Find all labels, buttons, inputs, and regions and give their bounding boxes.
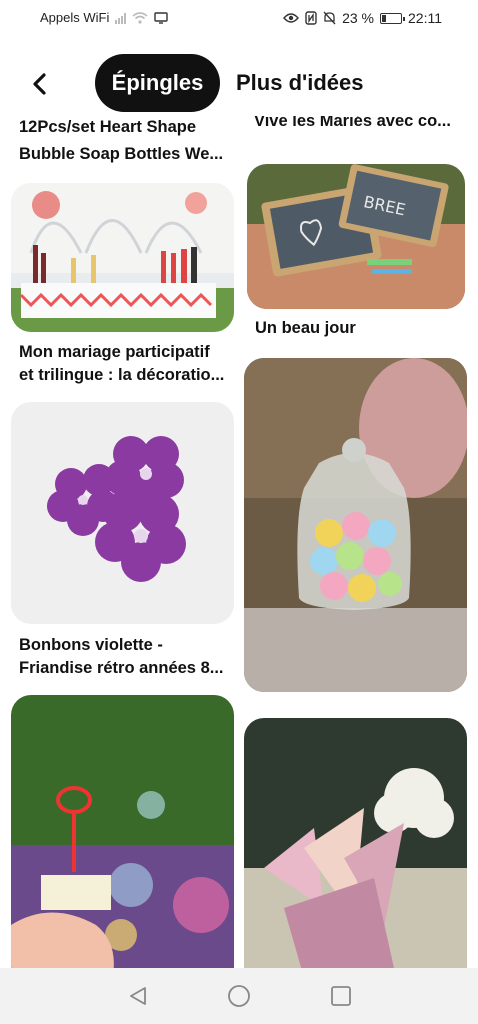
nav-recents-button[interactable] (327, 982, 355, 1010)
status-right: 23 % 22:11 (283, 10, 442, 26)
pin-title-line[interactable]: Vive les Mariés avec co... (254, 116, 464, 132)
screen-cast-icon (154, 11, 169, 24)
bell-off-icon (323, 11, 336, 25)
status-left: Appels WiFi (40, 10, 169, 25)
pin-feed[interactable]: 12Pcs/set Heart Shape Bubble Soap Bottle… (0, 116, 478, 968)
chevron-left-icon (33, 73, 46, 95)
pin-title-line[interactable]: Bubble Soap Bottles We... (19, 143, 234, 165)
signal-icon (115, 12, 127, 24)
square-recents-icon (331, 986, 351, 1006)
pin-image-candy-jar[interactable] (244, 358, 467, 692)
pin-title-line[interactable]: et trilingue : la décoratio... (19, 364, 234, 386)
tab-more-ideas[interactable]: Plus d'idées (236, 54, 364, 112)
pin-image-chalkboards[interactable]: BREE (247, 164, 465, 309)
nav-home-button[interactable] (225, 982, 253, 1010)
header: Épingles Plus d'idées (0, 52, 478, 116)
pin-image-bubbles[interactable] (11, 695, 234, 968)
carrier-label: Appels WiFi (40, 10, 110, 25)
status-bar: Appels WiFi 23 % 22:11 (0, 0, 478, 36)
pin-title-line[interactable]: 12Pcs/set Heart Shape (19, 116, 234, 138)
nfc-icon (305, 11, 317, 25)
tab-pins[interactable]: Épingles (95, 54, 220, 112)
eye-icon (283, 13, 300, 23)
pin-title-line[interactable]: Friandise rétro années 8... (19, 657, 234, 679)
battery-icon (380, 12, 405, 24)
pin-title-line[interactable]: Un beau jour (255, 317, 465, 339)
pin-image-wedding-table[interactable] (11, 183, 234, 332)
system-nav-bar (0, 968, 478, 1024)
triangle-back-icon (130, 987, 146, 1005)
battery-percent: 23 % (342, 10, 374, 26)
back-button[interactable] (22, 66, 58, 102)
nav-back-button[interactable] (124, 982, 152, 1010)
clock: 22:11 (408, 10, 442, 26)
circle-home-icon (228, 985, 250, 1007)
pin-image-violet-candies[interactable] (11, 402, 234, 624)
pin-title-line[interactable]: Bonbons violette - (19, 634, 234, 656)
pin-image-paper-flowers[interactable] (244, 718, 467, 968)
pin-title-line[interactable]: Mon mariage participatif (19, 341, 234, 363)
wifi-icon (132, 11, 148, 24)
